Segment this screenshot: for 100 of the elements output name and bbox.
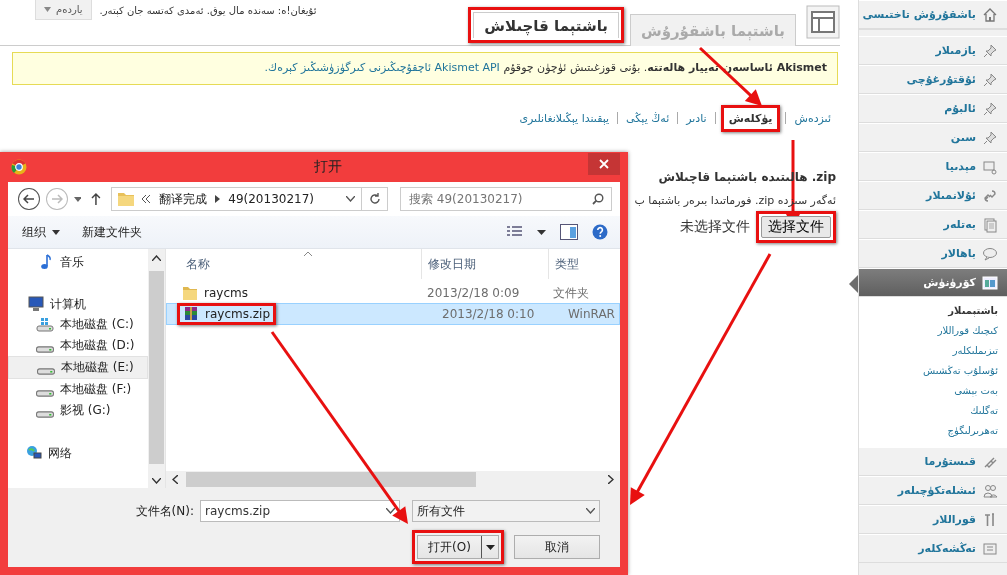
modified-date: 2013/2/18 0:09: [426, 286, 521, 300]
scroll-right-icon: [608, 475, 614, 484]
menu-item[interactable]: ئىشلەتكۈچىلەر: [859, 476, 1007, 505]
dropdown-chevron-icon[interactable]: [346, 196, 356, 202]
caret-icon: [485, 544, 495, 550]
help-icon[interactable]: [592, 224, 608, 240]
caret-icon[interactable]: [73, 196, 82, 202]
menu-item[interactable]: ئالبۇم: [859, 94, 1007, 123]
breadcrumb-item[interactable]: 翻译完成: [159, 190, 208, 208]
dialog-title: 打开: [312, 158, 342, 176]
menu-item[interactable]: ئۇلانمىلار: [859, 181, 1007, 210]
file-name-field[interactable]: raycms.zip: [200, 500, 400, 522]
double-chevron-icon: [142, 195, 152, 203]
system-drive-icon: [36, 317, 54, 332]
caret-icon: [44, 7, 51, 12]
folder-icon: [182, 285, 198, 301]
sort-caret-icon: [304, 252, 312, 256]
modified-date: 2013/2/18 0:10: [441, 307, 536, 321]
nav-tree-item[interactable]: 本地磁盘 (D:): [8, 335, 148, 356]
menu-item[interactable]: تەڭشەكلەر: [859, 534, 1007, 563]
submenu-item[interactable]: تەگلىك: [859, 401, 998, 421]
menu-item[interactable]: بەتلەر: [859, 210, 1007, 239]
appearance-icon: [806, 5, 840, 39]
submenu-item[interactable]: ئۇسلۇب تەڭشىش: [859, 361, 998, 381]
submenu-item[interactable]: باشتېمىلار: [859, 301, 998, 321]
drive-icon: [36, 410, 54, 418]
submenu-item[interactable]: كىچىك قوراللار: [859, 321, 998, 341]
drive-icon: [36, 345, 54, 353]
filter-link[interactable]: نادىر: [683, 109, 710, 127]
scroll-down-icon: [152, 478, 161, 484]
column-header[interactable]: 修改日期: [421, 249, 548, 279]
archive-icon: [183, 306, 199, 322]
file-type: 文件夹: [552, 284, 590, 302]
new-folder-button[interactable]: 新建文件夹: [78, 221, 146, 243]
close-icon: [599, 159, 609, 169]
menu-item[interactable]: مېدىيا: [859, 152, 1007, 181]
file-name-label: 文件名(N):: [135, 502, 194, 520]
menu-item[interactable]: يازمىلار: [859, 36, 1007, 65]
network-icon: [26, 445, 42, 461]
nav-tree-item[interactable]: 影视 (G:): [8, 400, 148, 421]
nav-tree-item[interactable]: 音乐: [8, 252, 148, 272]
pin-icon: [982, 100, 998, 117]
refresh-button[interactable]: [362, 187, 388, 211]
filter-link[interactable]: يېقىندا يېڭىلانغانلىرى: [516, 109, 613, 127]
pin-icon: [982, 129, 998, 146]
comment-icon: [982, 245, 998, 262]
close-button[interactable]: [588, 153, 620, 175]
filter-link[interactable]: يۈكلەش: [725, 109, 776, 127]
help-button[interactable]: ياردەم: [35, 0, 92, 20]
music-icon: [38, 254, 54, 270]
file-name: raycms.zip: [205, 307, 270, 321]
breadcrumb-item[interactable]: 49(20130217): [228, 192, 314, 206]
notice-link[interactable]: Akismet API ئاچقۇچىڭىزنى كىرگۈزۈشىڭىز كېرەك.: [264, 61, 500, 74]
menu-item[interactable]: ئۇقتۇرغۇچى: [859, 65, 1007, 94]
submenu-item[interactable]: تەھرىرلىگۈچ: [859, 421, 998, 441]
search-field[interactable]: 搜索 49(20130217): [400, 187, 612, 211]
back-button[interactable]: [18, 188, 40, 210]
organize-button[interactable]: 组织: [18, 221, 64, 243]
submenu-item[interactable]: بەت بېشى: [859, 381, 998, 401]
browser-logo-icon: [11, 159, 27, 175]
address-bar[interactable]: 翻译完成 49(20130217): [111, 187, 363, 211]
file-row[interactable]: raycms 2013/2/18 0:09 文件夹: [166, 283, 620, 303]
filter-link[interactable]: ئەڭ يېڭى: [623, 109, 673, 127]
drive-icon: [37, 367, 55, 375]
tab[interactable]: باشتېما قاچىلاش: [473, 12, 619, 38]
scroll-up-icon: [152, 255, 161, 261]
choose-file-button[interactable]: 选择文件: [761, 215, 831, 238]
link-icon: [982, 187, 998, 204]
vertical-scrollbar[interactable]: [148, 249, 165, 488]
nav-tree-item[interactable]: 网络: [8, 443, 148, 463]
filter-link[interactable]: ئىزدەش: [791, 109, 834, 127]
nav-tree-item[interactable]: 计算机: [8, 294, 148, 314]
menu-item[interactable]: سىن: [859, 123, 1007, 152]
preview-pane-icon[interactable]: [560, 224, 578, 240]
column-header[interactable]: 类型: [548, 249, 620, 279]
menu-item[interactable]: باشقۇرۇش تاختىسى: [859, 0, 1007, 30]
back-arrow-icon: [22, 194, 35, 204]
menu-item[interactable]: قىستۇرما: [859, 447, 1007, 476]
cancel-button[interactable]: 取消: [514, 535, 600, 559]
refresh-icon: [368, 193, 381, 205]
file-type-select[interactable]: 所有文件: [412, 500, 600, 522]
view-options-icon[interactable]: [507, 226, 523, 238]
dropdown-chevron-icon: [386, 508, 395, 514]
search-icon: [592, 193, 604, 205]
submenu-item[interactable]: تىزىملىكلەر: [859, 341, 998, 361]
open-button[interactable]: 打开(O): [417, 535, 499, 559]
scroll-left-icon: [172, 475, 178, 484]
nav-tree-item[interactable]: 本地磁盘 (F:): [8, 379, 148, 400]
file-row[interactable]: raycms.zip 2013/2/18 0:10 WinRAR: [166, 303, 620, 325]
nav-tree-item[interactable]: 本地磁盘 (E:): [8, 356, 148, 379]
caret-icon[interactable]: [537, 229, 546, 235]
forward-arrow-icon: [50, 194, 63, 204]
folder-icon: [118, 192, 135, 206]
column-header[interactable]: 名称: [166, 249, 421, 279]
horizontal-scrollbar[interactable]: [166, 471, 620, 488]
appearance-icon: [982, 274, 998, 291]
up-arrow-icon[interactable]: [91, 193, 102, 205]
menu-item[interactable]: قوراللار: [859, 505, 1007, 534]
nav-tree-item[interactable]: 本地磁盘 (C:): [8, 314, 148, 335]
computer-icon: [28, 296, 44, 312]
